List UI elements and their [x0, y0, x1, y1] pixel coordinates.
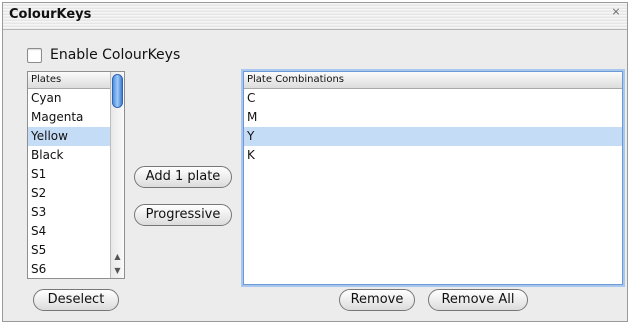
combination-item[interactable]: K — [244, 146, 622, 165]
plates-list-rows: Cyan Magenta Yellow Black S1 S2 S3 S4 S5… — [28, 89, 110, 278]
plates-scrollbar[interactable]: ▲ ▼ — [110, 72, 124, 278]
combination-item[interactable]: M — [244, 108, 622, 127]
close-icon[interactable]: ⨯ — [609, 5, 623, 19]
remove-all-button[interactable]: Remove All — [428, 289, 528, 311]
title-bar: ColourKeys ⨯ — [3, 3, 627, 30]
scroll-thumb[interactable] — [112, 74, 123, 108]
plate-item[interactable]: S3 — [28, 203, 110, 222]
plate-combinations-rows: C M Y K — [244, 89, 622, 165]
plate-item[interactable]: S2 — [28, 184, 110, 203]
plate-item[interactable]: S6 — [28, 260, 110, 278]
enable-colourkeys-row[interactable]: Enable ColourKeys — [27, 45, 180, 65]
plate-item[interactable]: S5 — [28, 241, 110, 260]
plate-item[interactable]: Magenta — [28, 108, 110, 127]
remove-button[interactable]: Remove — [339, 289, 415, 311]
plate-combinations-list[interactable]: Plate Combinations C M Y K — [243, 71, 623, 285]
plate-combinations-header: Plate Combinations — [244, 72, 622, 89]
plate-item[interactable]: Cyan — [28, 89, 110, 108]
plates-list[interactable]: Plates Cyan Magenta Yellow Black S1 S2 S… — [27, 71, 125, 279]
plate-item[interactable]: Black — [28, 146, 110, 165]
colourkeys-panel: ColourKeys ⨯ Enable ColourKeys Plates Cy… — [2, 2, 628, 322]
scroll-down-arrow-icon[interactable]: ▼ — [111, 264, 124, 277]
plate-item[interactable]: Yellow — [28, 127, 110, 146]
progressive-button[interactable]: Progressive — [134, 204, 232, 226]
deselect-button[interactable]: Deselect — [33, 289, 119, 311]
plate-item[interactable]: S1 — [28, 165, 110, 184]
enable-colourkeys-checkbox[interactable] — [27, 47, 42, 63]
combination-item[interactable]: C — [244, 89, 622, 108]
panel-title: ColourKeys — [9, 7, 92, 22]
scroll-up-arrow-icon[interactable]: ▲ — [111, 250, 124, 263]
combination-item[interactable]: Y — [244, 127, 622, 146]
enable-colourkeys-label: Enable ColourKeys — [50, 47, 181, 63]
plate-item[interactable]: S4 — [28, 222, 110, 241]
add-plate-button[interactable]: Add 1 plate — [134, 166, 232, 188]
